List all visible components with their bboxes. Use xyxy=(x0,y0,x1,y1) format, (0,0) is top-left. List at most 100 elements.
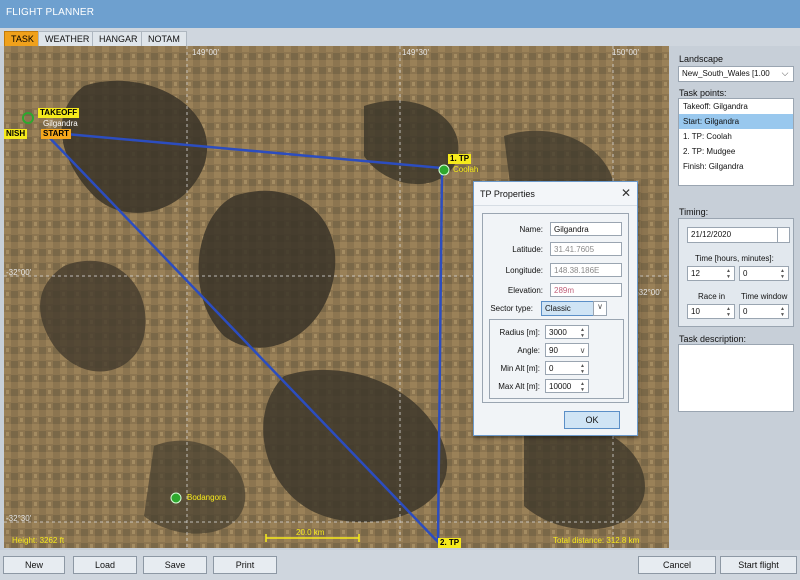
lat-label-1-right: -32°00' xyxy=(636,288,662,297)
sector-type-select[interactable]: Classic ∨ xyxy=(541,301,607,316)
elevation-label: Elevation: xyxy=(507,286,543,295)
tp1-label: 1. TP xyxy=(448,154,472,164)
max-alt-field[interactable]: 10000 ▲ ▼ xyxy=(545,379,589,393)
max-alt-label: Max Alt [m]: xyxy=(498,382,540,391)
start-flight-button[interactable]: Start flight xyxy=(720,556,797,574)
tab-notam[interactable]: NOTAM xyxy=(141,31,187,46)
landscape-value: New_South_Wales [1.00 xyxy=(682,69,770,78)
time-window-field[interactable]: 0 ▲ ▼ xyxy=(739,304,789,319)
chevron-down-icon: ⌵ xyxy=(781,68,789,78)
save-button[interactable]: Save xyxy=(143,556,207,574)
load-button[interactable]: Load xyxy=(73,556,137,574)
list-item[interactable]: Takeoff: Gilgandra xyxy=(679,99,793,114)
longitude-field[interactable]: 148.38.186E xyxy=(550,263,622,277)
finish-label: NISH xyxy=(4,129,28,139)
time-minutes-value: 0 xyxy=(743,269,748,278)
name-field[interactable]: Gilgandra xyxy=(550,222,622,236)
spinner-icon[interactable]: ▲ ▼ xyxy=(724,306,733,318)
tp-properties-dialog: TP Properties ✕ Name: Gilgandra Latitude… xyxy=(473,181,638,436)
time-window-value: 0 xyxy=(743,307,748,316)
name-label: Name: xyxy=(519,225,543,234)
radius-field[interactable]: 3000 ▲ ▼ xyxy=(545,325,589,339)
tab-task[interactable]: TASK xyxy=(4,31,41,46)
tp1-marker[interactable] xyxy=(438,164,450,176)
spinner-icon[interactable]: ▲ ▼ xyxy=(578,381,587,393)
spinner-icon[interactable]: ▲ ▼ xyxy=(724,268,733,280)
new-button[interactable]: New xyxy=(3,556,65,574)
tp-properties-frame: Name: Gilgandra Latitude: 31.41.7605 Lon… xyxy=(482,213,629,403)
date-value: 21/12/2020 xyxy=(691,230,732,239)
radius-label: Radius [m]: xyxy=(499,328,540,337)
lon-label-1: 149°00' xyxy=(192,48,219,57)
chevron-down-icon[interactable]: ∨ xyxy=(578,345,587,357)
taskpoints-list[interactable]: Takeoff: Gilgandra Start: Gilgandra 1. T… xyxy=(678,98,794,186)
date-field[interactable]: 21/12/2020 xyxy=(687,227,790,243)
total-distance-readout: Total distance: 312.8 km xyxy=(553,536,640,545)
height-readout: Height: 3262 ft xyxy=(12,536,65,545)
time-minutes-field[interactable]: 0 ▲ ▼ xyxy=(739,266,789,281)
landscape-label: Landscape xyxy=(679,54,724,64)
description-label: Task description: xyxy=(679,334,747,344)
tab-bar: TASK WEATHER HANGAR NOTAM xyxy=(0,28,800,46)
list-item[interactable]: Start: Gilgandra xyxy=(679,114,793,129)
time-window-label: Time window xyxy=(741,292,788,301)
bottom-bar: New Load Save Print Cancel Start flight xyxy=(0,550,800,580)
task-description-field[interactable] xyxy=(678,344,794,412)
tab-weather[interactable]: WEATHER xyxy=(38,31,97,46)
spinner-icon[interactable]: ▲ ▼ xyxy=(778,306,787,318)
start-label: START xyxy=(41,129,72,139)
coolah-label: Coolah xyxy=(453,165,479,174)
gilgandra-label: Gilgandra xyxy=(43,119,78,128)
spinner-icon[interactable]: ▲ ▼ xyxy=(778,268,787,280)
race-in-label: Race in xyxy=(698,292,726,301)
spinner-icon[interactable]: ▲ ▼ xyxy=(578,327,587,339)
angle-label: Angle: xyxy=(517,346,540,355)
calendar-icon[interactable] xyxy=(777,228,789,242)
print-button[interactable]: Print xyxy=(213,556,277,574)
takeoff-label: TAKEOFF xyxy=(38,108,80,118)
time-hours-field[interactable]: 12 ▲ ▼ xyxy=(687,266,735,281)
longitude-label: Longitude: xyxy=(505,266,543,275)
max-alt-value: 10000 xyxy=(549,382,572,391)
taskpoints-label: Task points: xyxy=(679,88,727,98)
close-icon[interactable]: ✕ xyxy=(621,186,631,200)
title-bar: FLIGHT PLANNER xyxy=(0,0,800,28)
bodangora-label: Bodangora xyxy=(187,493,227,502)
tab-hangar[interactable]: HANGAR xyxy=(92,31,145,46)
time-label: Time [hours, minutes]: xyxy=(695,254,774,263)
timing-label: Timing: xyxy=(679,207,709,217)
latitude-field[interactable]: 31.41.7605 xyxy=(550,242,622,256)
lon-label-2: 149°30' xyxy=(402,48,429,57)
radius-value: 3000 xyxy=(549,328,567,337)
landscape-select[interactable]: New_South_Wales [1.00 ⌵ xyxy=(678,66,794,82)
chevron-down-icon[interactable]: ∨ xyxy=(593,301,607,316)
min-alt-label: Min Alt [m]: xyxy=(500,364,540,373)
dialog-title: TP Properties xyxy=(480,189,535,199)
sector-type-value: Classic xyxy=(545,304,571,313)
spinner-icon[interactable]: ▲ ▼ xyxy=(578,363,587,375)
ok-button[interactable]: OK xyxy=(564,411,620,429)
window-title: FLIGHT PLANNER xyxy=(6,7,95,18)
list-item[interactable]: Finish: Gilgandra xyxy=(679,159,793,174)
lat-label-2: -32°30' xyxy=(6,514,32,523)
min-alt-field[interactable]: 0 ▲ ▼ xyxy=(545,361,589,375)
tp2-label: 2. TP xyxy=(438,538,462,548)
latitude-label: Latitude: xyxy=(512,245,543,254)
angle-value: 90 xyxy=(549,346,558,355)
task-sidebar: Landscape New_South_Wales [1.00 ⌵ Task p… xyxy=(674,46,800,550)
list-item[interactable]: 1. TP: Coolah xyxy=(679,129,793,144)
cancel-button[interactable]: Cancel xyxy=(638,556,716,574)
sector-type-label: Sector type: xyxy=(490,304,533,313)
list-item[interactable]: 2. TP: Mudgee xyxy=(679,144,793,159)
lat-label-1: -32°00' xyxy=(6,268,32,277)
dialog-titlebar: TP Properties ✕ xyxy=(474,182,637,206)
angle-select[interactable]: 90 ∨ xyxy=(545,343,589,357)
race-in-field[interactable]: 10 ▲ ▼ xyxy=(687,304,735,319)
timing-panel: 21/12/2020 Time [hours, minutes]: 12 ▲ ▼ … xyxy=(678,218,794,327)
bodangora-marker[interactable] xyxy=(170,492,182,504)
sector-settings-frame: Radius [m]: 3000 ▲ ▼ Angle: 90 ∨ Min Alt … xyxy=(489,319,624,399)
race-in-value: 10 xyxy=(691,307,700,316)
scale-label: 20.0 km xyxy=(296,528,325,537)
time-hours-value: 12 xyxy=(691,269,700,278)
elevation-field[interactable]: 289m xyxy=(550,283,622,297)
